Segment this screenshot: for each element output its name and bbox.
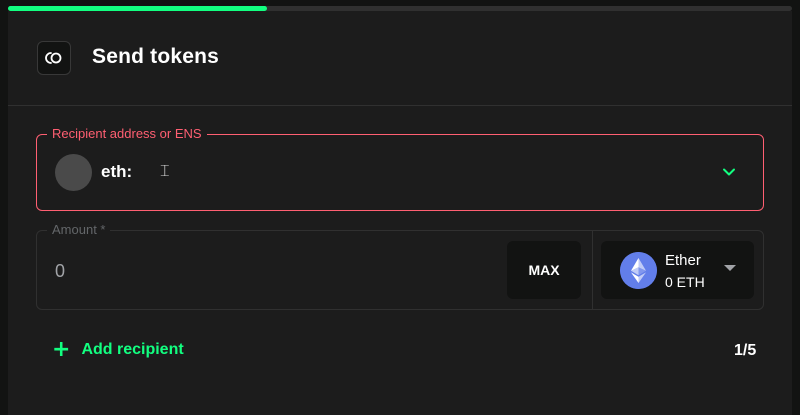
caret-down-icon: [724, 265, 736, 271]
amount-label: Amount *: [47, 222, 111, 238]
amount-field: Amount * MAX Ether 0 ETH: [36, 222, 764, 310]
max-button[interactable]: MAX: [507, 241, 581, 299]
field-divider: [592, 231, 593, 309]
card-header: Send tokens: [8, 11, 792, 106]
chevron-down-icon[interactable]: [721, 164, 737, 180]
plus-icon: +: [52, 337, 71, 362]
ethereum-icon: [620, 252, 657, 289]
token-balance: 0 ETH: [665, 274, 705, 290]
add-recipient-label: Add recipient: [81, 341, 184, 358]
app-page: Send tokens Recipient address or ENS eth…: [0, 0, 800, 415]
page-title: Send tokens: [92, 45, 220, 68]
recipient-address-input[interactable]: eth:: [101, 162, 132, 182]
recipient-address-label: Recipient address or ENS: [47, 126, 207, 142]
safe-logo-icon: [37, 41, 71, 75]
recipient-count: 1/5: [734, 342, 757, 359]
avatar: [55, 154, 92, 191]
text-cursor-icon: ⌶: [160, 161, 170, 180]
token-selector[interactable]: Ether 0 ETH: [601, 241, 754, 299]
token-name: Ether: [665, 252, 701, 269]
recipient-address-field[interactable]: Recipient address or ENS eth: ⌶: [36, 126, 764, 211]
add-recipient-button[interactable]: + Add recipient: [52, 337, 184, 362]
amount-input[interactable]: [55, 259, 475, 283]
